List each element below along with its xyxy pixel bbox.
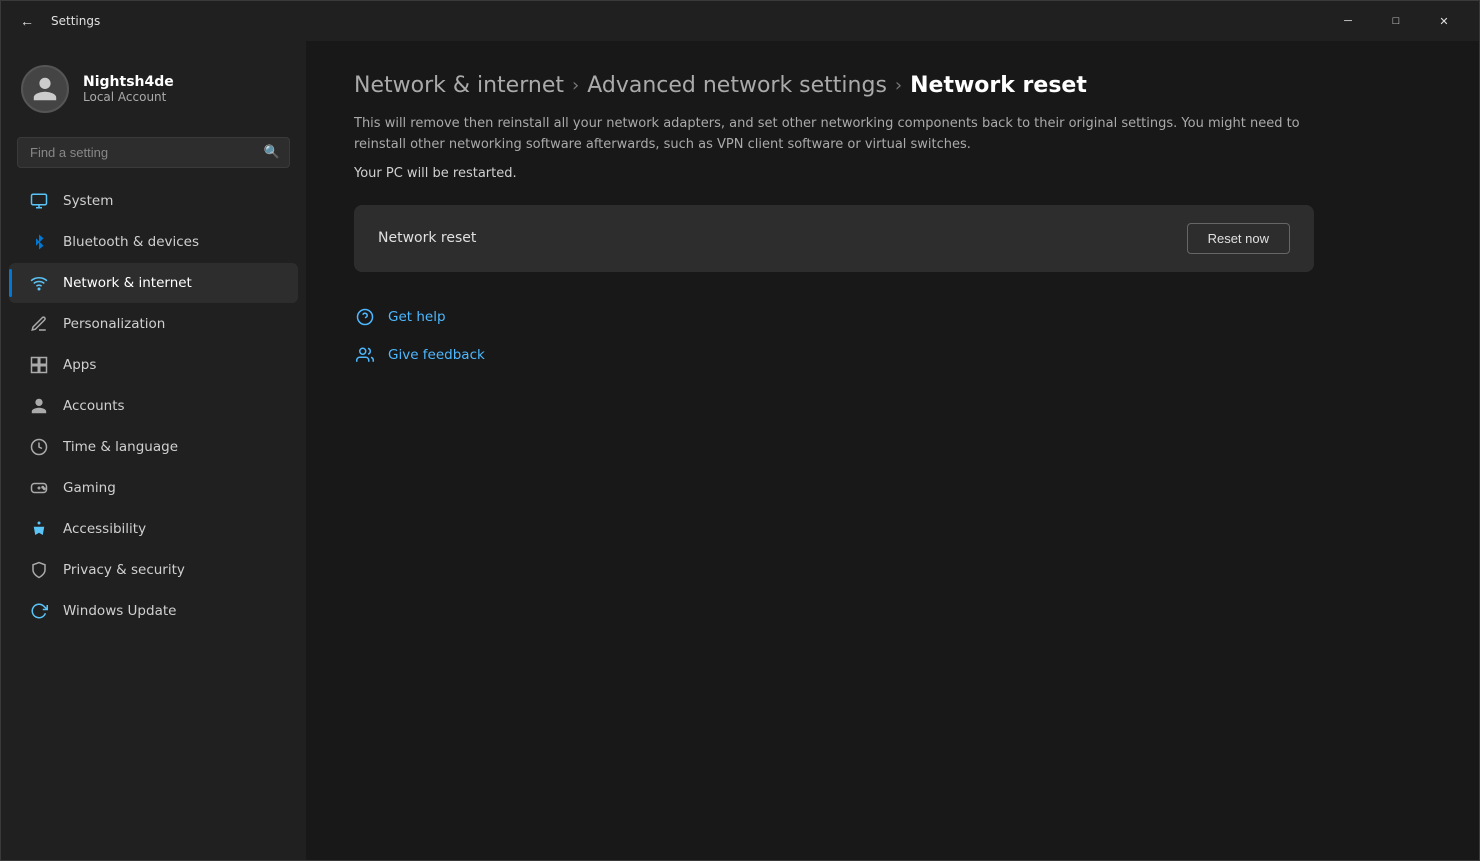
sidebar: Nightsh4de Local Account 🔍 System [1,41,306,860]
sidebar-item-personalization[interactable]: Personalization [9,304,298,344]
content-area: Nightsh4de Local Account 🔍 System [1,41,1479,860]
reset-card-label: Network reset [378,230,476,246]
sidebar-item-apps[interactable]: Apps [9,345,298,385]
gaming-icon [29,478,49,498]
window-controls: ─ □ ✕ [1325,5,1467,37]
main-content: Network & internet › Advanced network se… [306,41,1479,860]
get-help-icon [354,306,376,328]
update-icon [29,601,49,621]
settings-window: ← Settings ─ □ ✕ Nightsh4de Local Accoun… [0,0,1480,861]
accounts-icon [29,396,49,416]
breadcrumb-network[interactable]: Network & internet [354,73,564,98]
sidebar-item-accounts-label: Accounts [63,398,125,414]
close-button[interactable]: ✕ [1421,5,1467,37]
user-name: Nightsh4de [83,74,174,90]
breadcrumb-sep-1: › [572,75,579,96]
sidebar-item-bluetooth[interactable]: Bluetooth & devices [9,222,298,262]
title-bar-left: ← Settings [13,7,1325,35]
sidebar-item-network-label: Network & internet [63,275,192,291]
reset-now-button[interactable]: Reset now [1187,223,1290,254]
sidebar-item-update[interactable]: Windows Update [9,591,298,631]
back-button[interactable]: ← [13,7,41,35]
restart-note: Your PC will be restarted. [354,166,1431,181]
search-box: 🔍 [17,137,290,168]
breadcrumb-sep-2: › [895,75,902,96]
user-account-type: Local Account [83,90,174,104]
avatar [21,65,69,113]
sidebar-item-personalization-label: Personalization [63,316,165,332]
sidebar-item-system-label: System [63,193,113,209]
page-description: This will remove then reinstall all your… [354,114,1314,156]
links-section: Get help Give feedback [354,300,1431,372]
user-section: Nightsh4de Local Account [1,49,306,133]
sidebar-item-accessibility-label: Accessibility [63,521,146,537]
network-reset-card: Network reset Reset now [354,205,1314,272]
bluetooth-icon [29,232,49,252]
sidebar-item-apps-label: Apps [63,357,96,373]
get-help-link[interactable]: Get help [354,300,446,334]
sidebar-item-network[interactable]: Network & internet [9,263,298,303]
minimize-button[interactable]: ─ [1325,5,1371,37]
sidebar-item-time[interactable]: Time & language [9,427,298,467]
sidebar-item-gaming[interactable]: Gaming [9,468,298,508]
accessibility-icon [29,519,49,539]
system-icon [29,191,49,211]
give-feedback-link[interactable]: Give feedback [354,338,485,372]
give-feedback-icon [354,344,376,366]
sidebar-nav: System Bluetooth & devices Network & int… [1,180,306,632]
search-input[interactable] [17,137,290,168]
title-bar-title: Settings [51,14,100,28]
privacy-icon [29,560,49,580]
personalization-icon [29,314,49,334]
breadcrumb-current: Network reset [910,73,1087,98]
user-avatar-icon [31,75,59,103]
maximize-button[interactable]: □ [1373,5,1419,37]
search-icon: 🔍 [264,145,280,160]
sidebar-item-system[interactable]: System [9,181,298,221]
sidebar-item-update-label: Windows Update [63,603,176,619]
get-help-label: Get help [388,309,446,325]
time-icon [29,437,49,457]
sidebar-item-accounts[interactable]: Accounts [9,386,298,426]
sidebar-item-gaming-label: Gaming [63,480,116,496]
sidebar-item-privacy[interactable]: Privacy & security [9,550,298,590]
apps-icon [29,355,49,375]
title-bar: ← Settings ─ □ ✕ [1,1,1479,41]
breadcrumb-advanced[interactable]: Advanced network settings [587,73,887,98]
sidebar-item-privacy-label: Privacy & security [63,562,185,578]
sidebar-item-accessibility[interactable]: Accessibility [9,509,298,549]
breadcrumb: Network & internet › Advanced network se… [354,73,1431,98]
user-info: Nightsh4de Local Account [83,74,174,104]
give-feedback-label: Give feedback [388,347,485,363]
sidebar-item-bluetooth-label: Bluetooth & devices [63,234,199,250]
sidebar-item-time-label: Time & language [63,439,178,455]
network-icon [29,273,49,293]
